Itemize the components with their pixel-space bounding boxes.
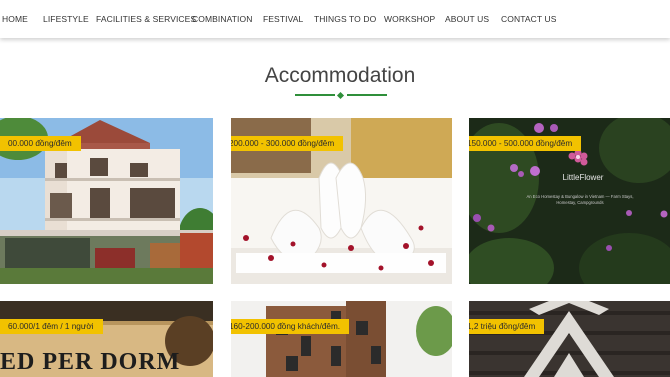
nav-combination[interactable]: COMBINATION	[192, 14, 252, 24]
nav-lifestyle[interactable]: LIFESTYLE	[43, 14, 89, 24]
accommodation-card-swans[interactable]: 200.000 - 300.000 đồng/đêm	[231, 118, 452, 284]
mountain-logo-photo	[469, 301, 670, 377]
littleflower-logo-sub: An Eco Homestay & Bungalow in Vietnam — …	[526, 194, 634, 205]
nav-things-to-do[interactable]: THINGS TO DO	[314, 14, 376, 24]
nav-home[interactable]: HOME	[2, 14, 28, 24]
brick-building-photo	[231, 301, 452, 377]
title-divider	[295, 91, 387, 100]
accommodation-card-logo[interactable]: 1,2 triệu đồng/đêm	[469, 301, 670, 377]
nav-about-us[interactable]: ABOUT US	[445, 14, 489, 24]
price-badge: 00.000 đồng/đêm	[0, 136, 81, 151]
price-badge: 1,2 triệu đồng/đêm	[469, 319, 545, 334]
price-badge: 60.000/1 đêm / 1 người	[0, 319, 103, 334]
nav-facilities-services[interactable]: FACILITIES & SERVICES	[96, 14, 196, 24]
accommodation-card-building[interactable]: 160-200.000 đồng khách/đêm.	[231, 301, 452, 377]
nav-workshop[interactable]: WORKSHOP	[384, 14, 435, 24]
nav-contact-us[interactable]: CONTACT US	[501, 14, 556, 24]
littleflower-logo-name: LittleFlower	[562, 173, 604, 182]
accommodation-card-littleflower[interactable]: LittleFlower An Eco Homestay & Bungalow …	[469, 118, 670, 284]
price-badge: 160-200.000 đồng khách/đêm.	[231, 319, 350, 334]
price-badge: 150.000 - 500.000 đồng/đêm	[469, 136, 582, 151]
nav-festival[interactable]: FESTIVAL	[263, 14, 303, 24]
accommodation-card-house[interactable]: 00.000 đồng/đêm	[0, 118, 213, 284]
section-title: Accommodation	[264, 64, 416, 87]
top-navigation: HOME LIFESTYLE FACILITIES & SERVICES COM…	[0, 0, 670, 38]
price-badge: 200.000 - 300.000 đồng/đêm	[231, 136, 344, 151]
accommodation-card-dorm[interactable]: ED PER DORM 60.000/1 đêm / 1 người	[0, 301, 213, 377]
dorm-sign-text: ED PER DORM	[0, 349, 181, 375]
